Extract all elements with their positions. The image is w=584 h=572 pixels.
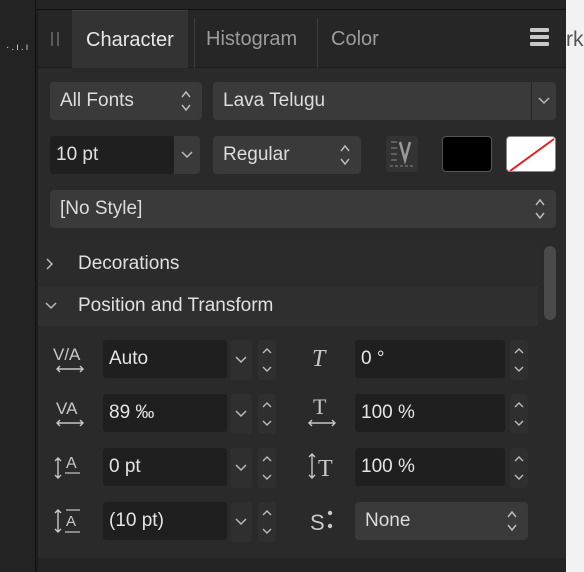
panel-footer (38, 558, 566, 572)
leading-icon: A (52, 502, 88, 538)
font-collection-value: All Fonts (60, 90, 134, 111)
tracking-field[interactable]: 89 ‰ (103, 394, 227, 432)
svg-text:T: T (313, 394, 327, 419)
chevron-right-icon (44, 244, 56, 284)
italic-skew-icon: T (304, 340, 340, 376)
baseline-shift-dropdown[interactable] (230, 448, 252, 488)
character-style-value: [No Style] (60, 198, 143, 219)
leading-stepper[interactable] (258, 502, 276, 542)
svg-text:T: T (312, 346, 327, 372)
window-top-bar (36, 0, 566, 10)
tracking-icon: VA (52, 394, 88, 430)
horizontal-scale-field[interactable]: 100 % (355, 394, 505, 432)
font-style-value: Regular (223, 144, 290, 165)
decorations-section-header[interactable]: Decorations (38, 244, 538, 284)
chevron-down-icon (44, 286, 58, 326)
leading-dropdown[interactable] (230, 502, 252, 542)
kerning-stepper[interactable] (258, 340, 276, 380)
skew-value: 0 ° (361, 348, 385, 369)
baseline-shift-stepper[interactable] (258, 448, 276, 488)
font-size-value: 10 pt (56, 144, 99, 165)
vertical-scale-field[interactable]: 100 % (355, 448, 505, 486)
tab-histogram[interactable]: Histogram (192, 10, 311, 68)
updown-chevron-icon (339, 142, 351, 168)
text-stroke-color-swatch[interactable] (506, 136, 556, 172)
font-size-field[interactable]: 10 pt (50, 136, 174, 174)
character-panel: Character Histogram Color All Fonts Lava… (38, 10, 566, 572)
superscript-value: None (365, 510, 411, 531)
horizontal-scale-stepper[interactable] (510, 394, 528, 434)
kerning-value: Auto (109, 348, 149, 369)
svg-text:VA: VA (56, 399, 78, 418)
leading-value: (10 pt) (109, 510, 164, 531)
canvas-edge-left: ·.ı.ı (0, 0, 36, 572)
font-family-combobox[interactable]: Lava Telugu (213, 82, 556, 120)
font-style-select[interactable]: Regular (213, 136, 361, 174)
vertical-scale-stepper[interactable] (510, 448, 528, 488)
tracking-stepper[interactable] (258, 394, 276, 434)
panel-grip-handle[interactable] (51, 32, 59, 46)
updown-chevron-icon (534, 196, 546, 222)
svg-text:V/A: V/A (53, 345, 81, 364)
panel-tab-bar: Character Histogram Color (38, 10, 566, 68)
baseline-shift-field[interactable]: 0 pt (103, 448, 227, 486)
updown-chevron-icon (506, 508, 518, 534)
svg-text:S: S (310, 510, 325, 535)
canvas-edge-text: rk (566, 28, 584, 51)
kerning-dropdown[interactable] (230, 340, 252, 380)
chevron-down-icon (176, 136, 198, 174)
baseline-shift-value: 0 pt (109, 456, 141, 477)
skew-field[interactable]: 0 ° (355, 340, 505, 378)
font-family-value: Lava Telugu (223, 90, 326, 111)
superscript-icon: S (304, 502, 340, 538)
canvas-edge-right: rk (566, 0, 584, 572)
tab-color[interactable]: Color (317, 10, 393, 68)
baseline-shift-icon: A (52, 448, 88, 484)
hamburger-menu-icon[interactable] (530, 28, 549, 48)
position-transform-section-header[interactable]: Position and Transform (38, 286, 538, 326)
vertical-scale-icon: T (304, 448, 340, 484)
tab-character[interactable]: Character (72, 10, 188, 68)
font-size-dropdown[interactable] (174, 136, 200, 174)
skew-stepper[interactable] (510, 340, 528, 380)
kerning-field[interactable]: Auto (103, 340, 227, 378)
vertical-text-icon[interactable] (386, 136, 418, 172)
font-collection-select[interactable]: All Fonts (50, 82, 202, 120)
decorations-label: Decorations (78, 253, 180, 274)
svg-text:A: A (66, 513, 76, 530)
text-fill-color-swatch[interactable] (442, 136, 492, 172)
vertical-scale-value: 100 % (361, 456, 415, 477)
panel-scrollbar[interactable] (544, 246, 556, 320)
tracking-value: 89 ‰ (109, 402, 155, 423)
kerning-icon: V/A (52, 340, 88, 376)
character-style-select[interactable]: [No Style] (50, 190, 556, 228)
tracking-dropdown[interactable] (230, 394, 252, 434)
position-transform-label: Position and Transform (78, 295, 274, 316)
svg-text:A: A (66, 455, 77, 472)
leading-field[interactable]: (10 pt) (103, 502, 227, 540)
ruler-marks: ·.ı.ı (6, 42, 31, 53)
horizontal-scale-icon: T (304, 394, 340, 430)
chevron-down-icon[interactable] (531, 82, 556, 120)
horizontal-scale-value: 100 % (361, 402, 415, 423)
svg-text:T: T (318, 456, 333, 482)
updown-chevron-icon (180, 88, 192, 114)
superscript-select[interactable]: None (355, 502, 528, 540)
